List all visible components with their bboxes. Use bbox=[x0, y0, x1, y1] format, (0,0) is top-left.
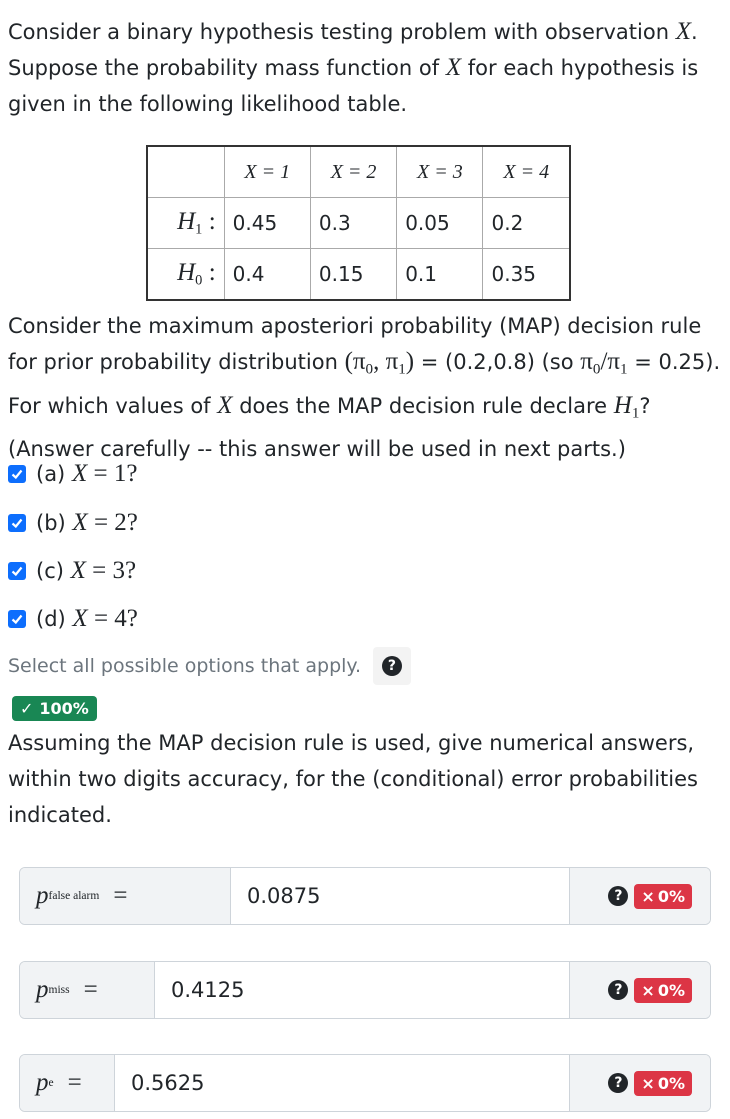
checkbox-checked-icon[interactable] bbox=[8, 562, 26, 580]
x-icon: × bbox=[641, 886, 655, 906]
table-cell: 0.2 bbox=[482, 197, 571, 249]
false-alarm-input[interactable] bbox=[231, 868, 570, 924]
question-icon[interactable]: ? bbox=[608, 1073, 629, 1093]
score-badge-success: ✓ 100% bbox=[12, 696, 97, 721]
table-cell: 0.05 bbox=[396, 197, 484, 249]
question-icon[interactable]: ? bbox=[608, 980, 629, 1000]
checkbox-checked-icon[interactable] bbox=[8, 465, 26, 483]
score-badge-danger: × 0% bbox=[634, 883, 692, 909]
x-icon: × bbox=[641, 1073, 655, 1093]
help-button[interactable]: ? bbox=[372, 647, 411, 685]
answer-label: p miss = bbox=[20, 962, 155, 1018]
table-row: H1 : 0.45 0.3 0.05 0.2 bbox=[146, 197, 571, 249]
choice-d[interactable]: (d) X = 4? bbox=[8, 603, 138, 635]
row-header-h0: H0 : bbox=[146, 248, 225, 301]
answer-status: ? × 0% bbox=[570, 868, 710, 924]
score-badge-danger: × 0% bbox=[634, 1070, 692, 1096]
table-cell: 0.3 bbox=[309, 197, 398, 249]
score-badge-danger: × 0% bbox=[634, 977, 692, 1003]
choice-label: (a) X = 1? bbox=[36, 460, 138, 487]
choice-label: (c) X = 3? bbox=[36, 557, 137, 584]
choice-c[interactable]: (c) X = 3? bbox=[8, 555, 136, 587]
answer-label: p false alarm = bbox=[20, 868, 231, 924]
score-text: 100% bbox=[39, 699, 89, 718]
answer-group-miss: pmiss= ? ×0% bbox=[19, 961, 711, 1019]
check-icon: ✓ bbox=[20, 699, 34, 718]
table-cell: 0.1 bbox=[396, 248, 484, 301]
x-icon: × bbox=[641, 980, 655, 1000]
column-header: X = 1 bbox=[223, 145, 311, 198]
question-icon[interactable]: ? bbox=[608, 886, 629, 906]
miss-input[interactable] bbox=[155, 962, 570, 1018]
table-cell: 0.15 bbox=[309, 248, 398, 301]
choice-label: (b) X = 2? bbox=[36, 509, 138, 536]
answer-status: ? × 0% bbox=[570, 1055, 710, 1111]
choice-a[interactable]: (a) X = 1? bbox=[8, 458, 137, 490]
question-icon: ? bbox=[381, 656, 402, 676]
select-all-hint: Select all possible options that apply. … bbox=[8, 647, 411, 685]
checkbox-checked-icon[interactable] bbox=[8, 610, 26, 628]
table-corner bbox=[147, 146, 225, 198]
choice-b[interactable]: (b) X = 2? bbox=[8, 507, 138, 539]
table-header-row: X = 1 X = 2 X = 3 X = 4 bbox=[147, 145, 571, 198]
column-header: X = 2 bbox=[309, 145, 398, 198]
error-prob-input[interactable] bbox=[115, 1055, 570, 1111]
column-header: X = 4 bbox=[482, 145, 571, 198]
column-header: X = 3 bbox=[396, 145, 484, 198]
row-header-h1: H1 : bbox=[146, 197, 225, 249]
likelihood-table: X = 1 X = 2 X = 3 X = 4 H1 : 0.45 0.3 0.… bbox=[146, 145, 571, 301]
table-cell: 0.4 bbox=[223, 248, 311, 301]
table-cell: 0.45 bbox=[223, 197, 311, 249]
answer-label: p e = bbox=[20, 1055, 115, 1111]
choice-label: (d) X = 4? bbox=[36, 605, 138, 632]
answer-status: ? × 0% bbox=[570, 962, 710, 1018]
checkbox-checked-icon[interactable] bbox=[8, 514, 26, 532]
question-intro: Consider a binary hypothesis testing pro… bbox=[8, 18, 699, 116]
table-cell: 0.35 bbox=[482, 248, 571, 301]
numeric-intro: Assuming the MAP decision rule is used, … bbox=[8, 731, 698, 827]
answer-group-error: pe= ? ×0% bbox=[19, 1054, 711, 1112]
hint-text: Select all possible options that apply. bbox=[8, 655, 361, 677]
answer-group-false-alarm: pfalse alarm= ? ×0% bbox=[19, 867, 711, 925]
map-question: Consider the maximum aposteriori probabi… bbox=[8, 314, 721, 462]
table-row: H0 : 0.4 0.15 0.1 0.35 bbox=[146, 248, 571, 301]
